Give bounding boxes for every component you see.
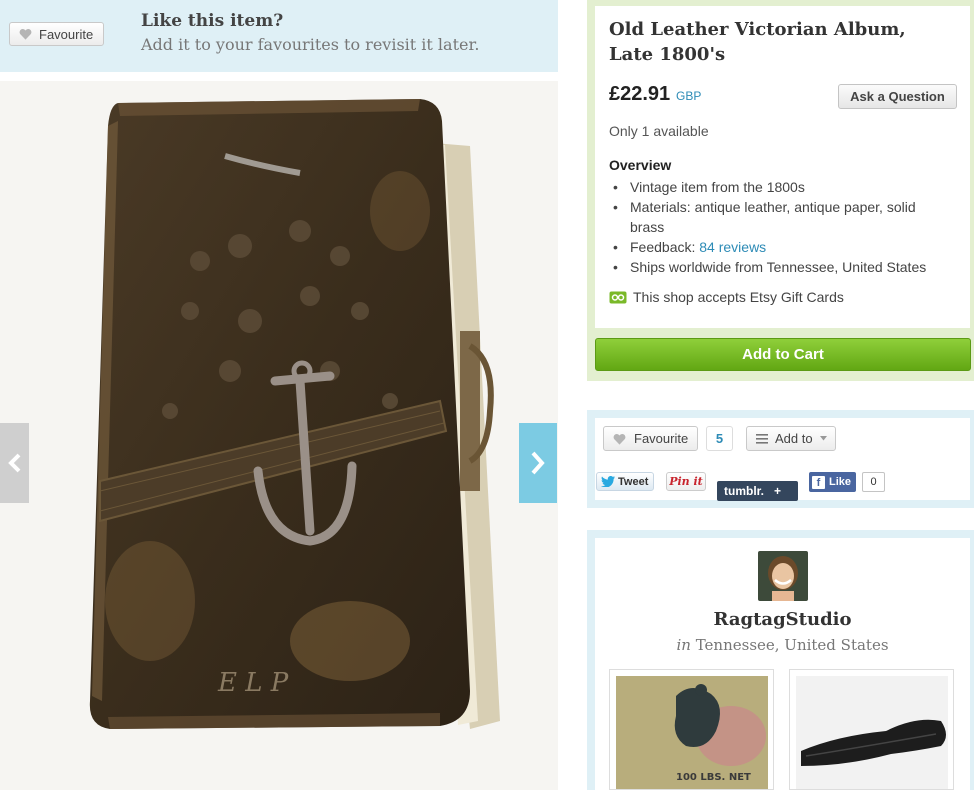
tweet-label: Tweet	[618, 475, 649, 488]
facebook-like-button[interactable]: f Like	[809, 472, 856, 492]
availability-text: Only 1 available	[609, 123, 709, 139]
favourite-button[interactable]: Favourite	[603, 426, 698, 451]
previous-image-button[interactable]	[0, 423, 29, 503]
location-prefix: in	[676, 636, 691, 654]
overview-heading: Overview	[609, 157, 672, 173]
overview-list: Vintage item from the 1800s Materials: a…	[609, 177, 949, 277]
avatar-image	[758, 551, 808, 601]
favourite-banner-button-label: Favourite	[39, 26, 94, 42]
shop-name-link[interactable]: RagtagStudio	[595, 609, 970, 630]
ask-question-button[interactable]: Ask a Question	[838, 84, 957, 109]
list-item: Materials: antique leather, antique pape…	[609, 197, 949, 237]
chevron-right-icon	[531, 451, 545, 475]
like-label: Like	[829, 476, 852, 488]
list-icon	[756, 433, 768, 444]
pinterest-button[interactable]: Pin it	[666, 472, 706, 491]
currency-link[interactable]: GBP	[676, 89, 701, 103]
twitter-bird-icon	[601, 476, 615, 487]
gift-card-icon	[609, 291, 627, 303]
add-to-cart-button[interactable]: Add to Cart	[595, 338, 971, 371]
listing-title: Old Leather Victorian Album, Late 1800's	[609, 19, 906, 65]
favourite-banner-button[interactable]: Favourite	[9, 22, 104, 46]
gift-card-text: This shop accepts Etsy Gift Cards	[633, 289, 844, 305]
heart-icon	[613, 433, 626, 445]
list-item: Vintage item from the 1800s	[609, 177, 949, 197]
gift-card-notice: This shop accepts Etsy Gift Cards	[609, 289, 844, 305]
list-item: Feedback: 84 reviews	[609, 237, 949, 257]
tumblr-button[interactable]: tumblr. +	[717, 481, 798, 501]
product-photo: E L P	[0, 81, 558, 790]
favourite-count[interactable]: 5	[706, 426, 733, 451]
banner-subtitle: Add it to your favourites to revisit it …	[141, 35, 480, 54]
location-text: Tennessee, United States	[695, 636, 889, 654]
shop-avatar[interactable]	[758, 551, 808, 601]
listing-price: £22.91	[609, 83, 671, 105]
chevron-down-icon	[819, 436, 827, 441]
banner-title: Like this item?	[141, 11, 284, 31]
tweet-button[interactable]: Tweet	[596, 472, 654, 491]
like-count: 0	[862, 472, 885, 492]
tumblr-label: tumblr.	[724, 484, 765, 498]
add-to-list-button[interactable]: Add to	[746, 426, 836, 451]
album-monogram: E L P	[217, 668, 289, 698]
heart-icon	[19, 29, 32, 40]
burlap-sack-image: 100 LBS. NET	[616, 676, 768, 789]
favourite-button-label: Favourite	[634, 431, 689, 446]
add-to-label: Add to	[775, 431, 813, 446]
feedback-label: Feedback:	[630, 239, 700, 255]
favourite-banner: Favourite Like this item? Add it to your…	[0, 0, 558, 72]
shop-item-thumbnail[interactable]: 100 LBS. NET	[609, 669, 774, 790]
next-image-button[interactable]	[519, 423, 557, 503]
shop-item-thumbnail[interactable]	[789, 669, 954, 790]
chevron-left-icon	[7, 453, 20, 473]
reviews-link[interactable]: 84 reviews	[699, 239, 766, 255]
violin-case-image	[796, 676, 948, 789]
list-item: Ships worldwide from Tennessee, United S…	[609, 257, 949, 277]
album-image: E L P	[89, 99, 500, 729]
facebook-icon: f	[812, 475, 825, 489]
plus-icon: +	[774, 484, 782, 498]
shop-location: in Tennessee, United States	[595, 636, 970, 654]
thumbnail-text: 100 LBS. NET	[676, 772, 751, 783]
